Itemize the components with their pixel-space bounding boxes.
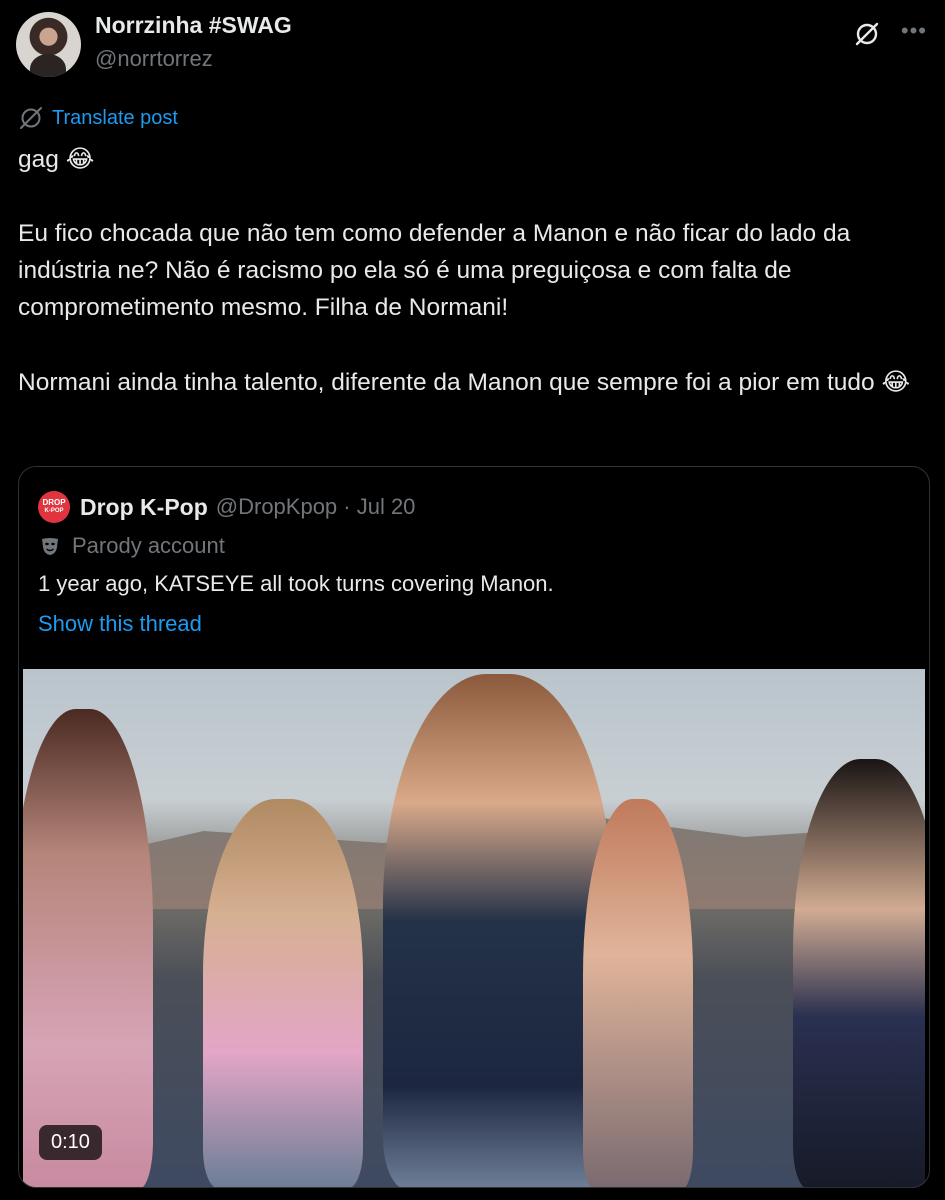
avatar[interactable]: [16, 12, 81, 77]
quoted-post-text: 1 year ago, KATSEYE all took turns cover…: [38, 571, 554, 596]
post-header: Norrzinha #SWAG @norrtorrez •••: [16, 10, 929, 80]
quoted-avatar[interactable]: DROP K-POP: [38, 491, 70, 523]
video-figure: [203, 799, 363, 1187]
parody-label: Parody account: [38, 533, 225, 559]
video-player[interactable]: 0:10: [23, 669, 925, 1187]
translate-icon: [20, 107, 42, 129]
post-paragraph-2: Eu fico chocada que não tem como defende…: [18, 220, 851, 321]
show-thread-link[interactable]: Show this thread: [38, 611, 202, 637]
grok-icon[interactable]: [853, 20, 881, 48]
translate-label: Translate post: [52, 106, 178, 129]
author-name[interactable]: Norrzinha #SWAG: [95, 12, 292, 39]
post-line-1: gag 😂: [18, 140, 933, 178]
post-paragraph-3-text: Normani ainda tinha talento, diferente d…: [18, 369, 875, 396]
quoted-author-handle-date: @DropKpop · Jul 20: [215, 494, 416, 519]
post-paragraph-3: Normani ainda tinha talento, diferente d…: [18, 363, 933, 401]
laughing-emoji-icon: 😂: [65, 144, 95, 173]
post-line-1-text: gag: [18, 146, 59, 173]
post-body: gag 😂 Eu fico chocada que não tem como d…: [18, 140, 933, 401]
more-icon[interactable]: •••: [901, 18, 927, 44]
author-handle[interactable]: @norrtorrez: [95, 46, 213, 72]
video-duration: 0:10: [39, 1125, 102, 1160]
post: Norrzinha #SWAG @norrtorrez ••• Translat…: [0, 0, 945, 1200]
video-figure: [23, 709, 153, 1187]
video-figure: [383, 674, 613, 1187]
quoted-logo-text-bottom: K-POP: [44, 508, 64, 514]
quoted-post-header: DROP K-POP Drop K-Pop @DropKpop · Jul 20: [38, 491, 415, 523]
quoted-logo-text-top: DROP: [42, 498, 66, 507]
video-figure: [583, 799, 693, 1187]
parody-text: Parody account: [72, 533, 225, 558]
translate-post-button[interactable]: Translate post: [18, 104, 178, 132]
laughing-emoji-icon: 😂: [881, 367, 911, 396]
mask-icon: [42, 538, 58, 555]
quoted-post[interactable]: DROP K-POP Drop K-Pop @DropKpop · Jul 20…: [18, 466, 930, 1188]
quoted-author-name[interactable]: Drop K-Pop: [80, 494, 208, 521]
video-figure: [793, 759, 925, 1187]
